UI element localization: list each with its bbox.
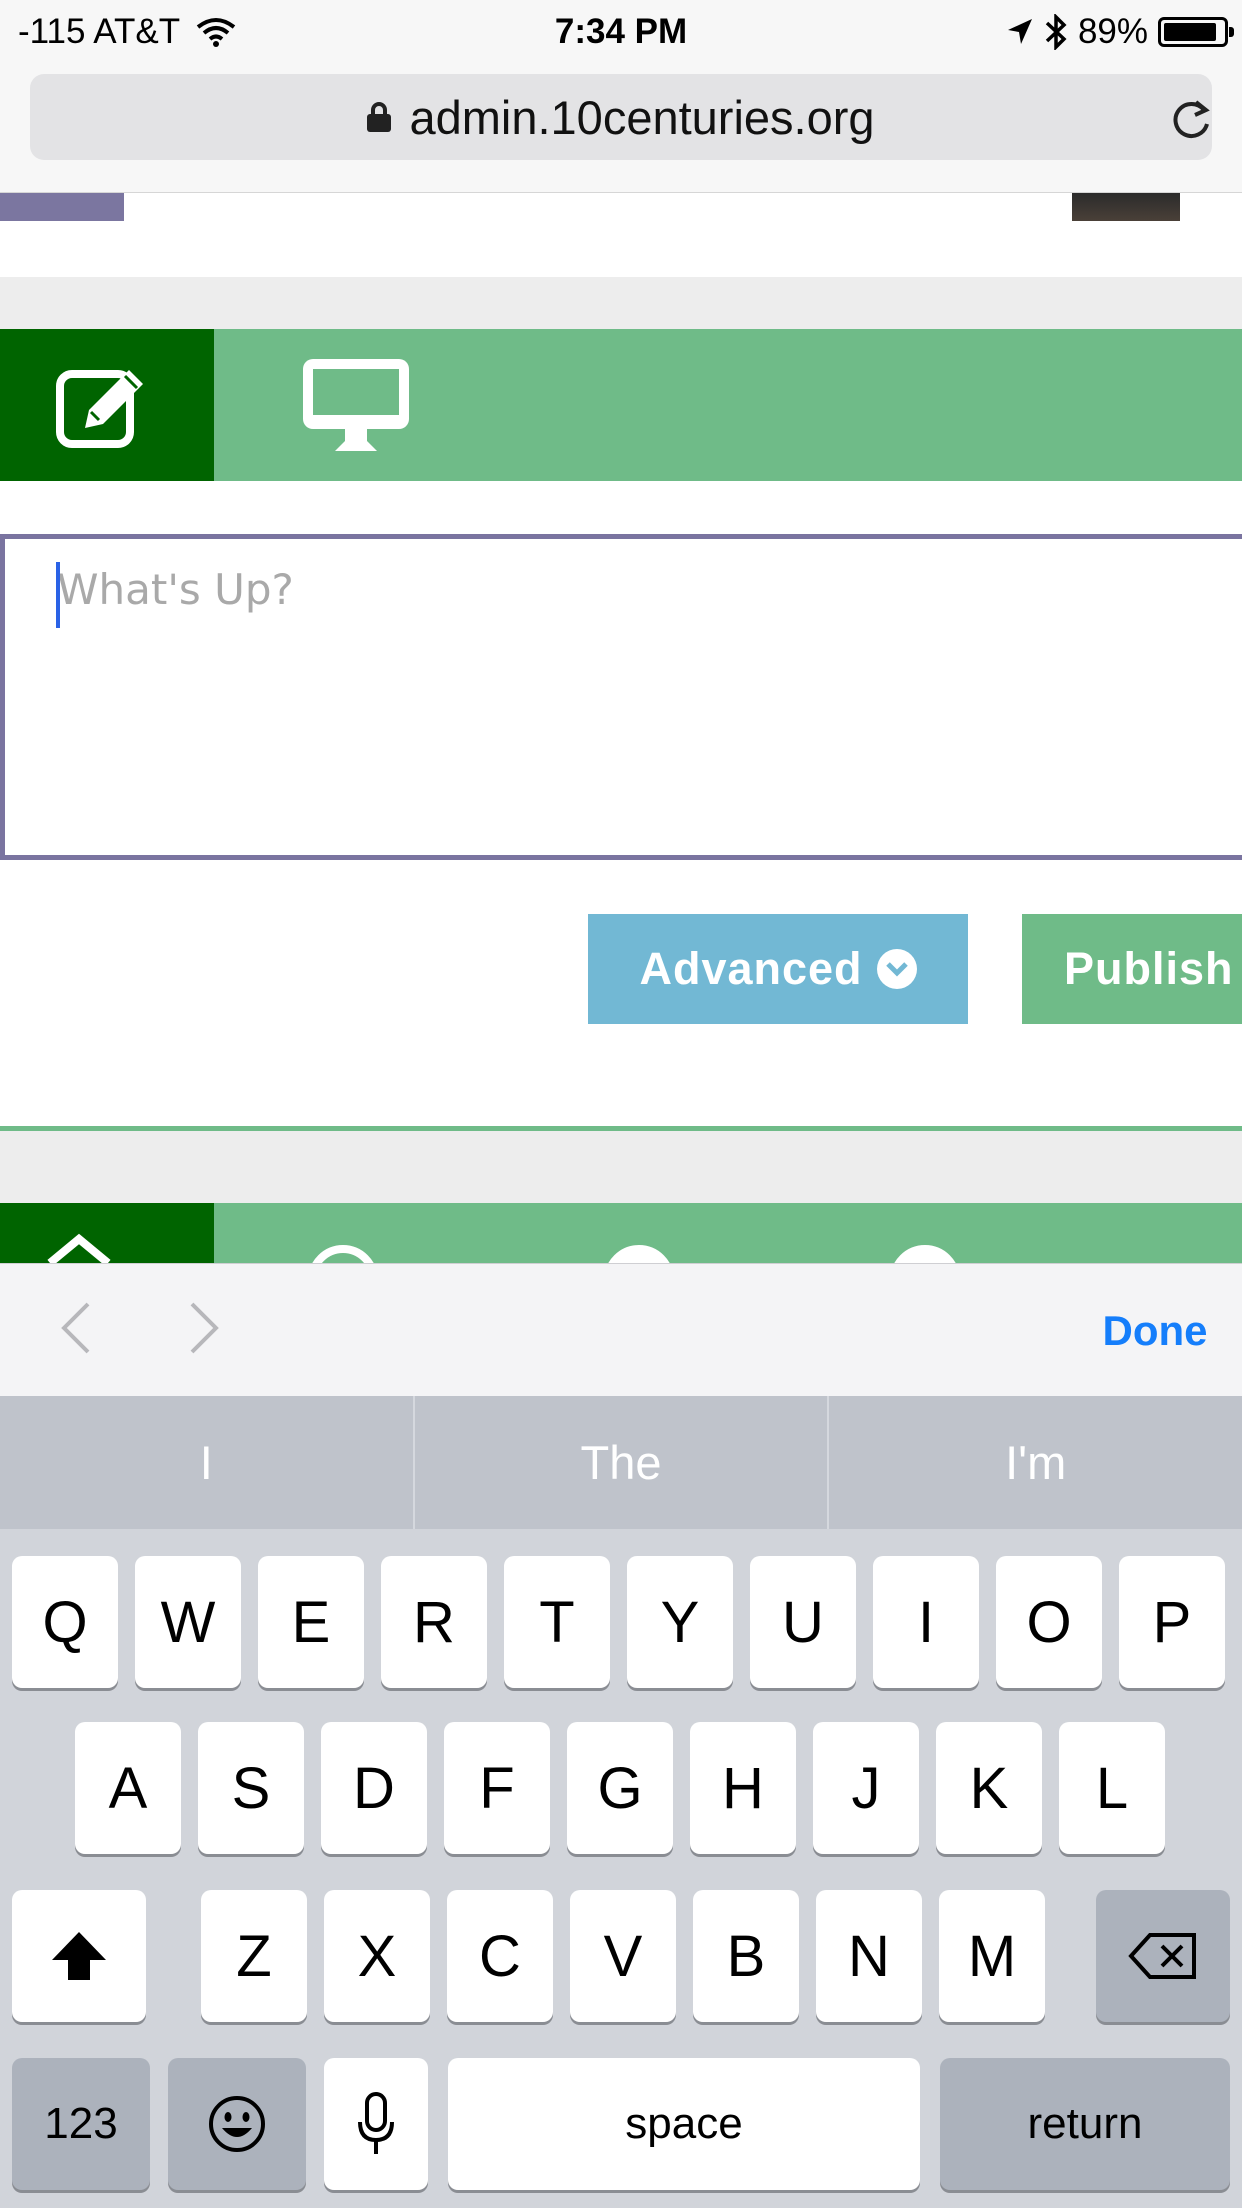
shift-key[interactable]	[12, 1890, 146, 2022]
key-n[interactable]: N	[816, 1890, 922, 2022]
post-textarea[interactable]	[57, 565, 1207, 805]
predictive-bar: I The I'm	[0, 1396, 1242, 1529]
key-w[interactable]: W	[135, 1556, 241, 1688]
section-divider	[0, 277, 1242, 329]
key-r[interactable]: R	[381, 1556, 487, 1688]
nav-icon-2[interactable]	[308, 1245, 378, 1263]
avatar[interactable]	[1072, 193, 1180, 221]
key-c[interactable]: C	[447, 1890, 553, 2022]
key-b[interactable]: B	[693, 1890, 799, 2022]
url-display[interactable]: admin.10centuries.org	[30, 74, 1212, 160]
home-nav-tab[interactable]	[0, 1203, 214, 1263]
dictation-key[interactable]	[324, 2058, 428, 2190]
status-right: 89%	[1006, 10, 1234, 54]
home-icon	[47, 1233, 111, 1263]
key-o[interactable]: O	[996, 1556, 1102, 1688]
key-e[interactable]: E	[258, 1556, 364, 1688]
spacer	[0, 481, 1242, 535]
key-l[interactable]: L	[1059, 1722, 1165, 1854]
advanced-label: Advanced	[639, 943, 863, 994]
key-h[interactable]: H	[690, 1722, 796, 1854]
key-j[interactable]: J	[813, 1722, 919, 1854]
key-v[interactable]: V	[570, 1890, 676, 2022]
emoji-key[interactable]	[168, 2058, 306, 2190]
bluetooth-icon	[1045, 14, 1067, 50]
key-d[interactable]: D	[321, 1722, 427, 1854]
location-arrow-icon	[1007, 19, 1032, 44]
publish-label: Publish	[1064, 943, 1234, 994]
globe-icon[interactable]	[604, 1245, 674, 1263]
reload-icon[interactable]	[1166, 94, 1216, 144]
compose-tab[interactable]	[0, 329, 214, 481]
page-header-strip	[0, 193, 1242, 277]
microphone-icon	[358, 2092, 394, 2154]
key-f[interactable]: F	[444, 1722, 550, 1854]
numbers-key[interactable]: 123	[12, 2058, 150, 2190]
shift-arrow-icon	[52, 1932, 106, 1980]
header-tab-fragment	[0, 193, 124, 221]
next-field-icon[interactable]	[184, 1298, 224, 1358]
key-z[interactable]: Z	[201, 1890, 307, 2022]
url-text: admin.10centuries.org	[409, 90, 875, 144]
key-g[interactable]: G	[567, 1722, 673, 1854]
key-q[interactable]: Q	[12, 1556, 118, 1688]
suggestion-2[interactable]: The	[415, 1396, 828, 1529]
section-divider-2	[0, 1131, 1242, 1203]
lock-icon	[367, 102, 392, 132]
url-bar[interactable]: admin.10centuries.org	[30, 74, 1212, 160]
previous-field-icon[interactable]	[56, 1298, 96, 1358]
chevron-down-icon	[876, 949, 917, 989]
key-p[interactable]: P	[1119, 1556, 1225, 1688]
key-y[interactable]: Y	[627, 1556, 733, 1688]
battery-fill	[1164, 23, 1216, 41]
key-x[interactable]: X	[324, 1890, 430, 2022]
key-u[interactable]: U	[750, 1556, 856, 1688]
desktop-icon	[303, 359, 409, 451]
preview-tab[interactable]	[214, 329, 498, 481]
key-m[interactable]: M	[939, 1890, 1045, 2022]
key-a[interactable]: A	[75, 1722, 181, 1854]
post-editor[interactable]	[0, 534, 1242, 860]
space-key[interactable]: space	[448, 2058, 920, 2190]
text-caret	[56, 562, 60, 628]
return-key[interactable]: return	[940, 2058, 1230, 2190]
key-i[interactable]: I	[873, 1556, 979, 1688]
backspace-icon	[1128, 1933, 1196, 1979]
publish-button[interactable]: Publish	[1022, 914, 1242, 1024]
key-t[interactable]: T	[504, 1556, 610, 1688]
nav-icon-4[interactable]	[890, 1245, 960, 1263]
backspace-key[interactable]	[1096, 1890, 1230, 2022]
edit-icon	[56, 370, 143, 448]
key-s[interactable]: S	[198, 1722, 304, 1854]
emoji-icon	[209, 2096, 265, 2152]
battery-icon	[1158, 17, 1234, 47]
advanced-button[interactable]: Advanced	[588, 914, 968, 1024]
done-button[interactable]: Done	[1080, 1303, 1230, 1359]
battery-percent: 89%	[1077, 12, 1148, 51]
suggestion-1[interactable]: I	[0, 1396, 413, 1529]
suggestion-3[interactable]: I'm	[829, 1396, 1242, 1529]
key-k[interactable]: K	[936, 1722, 1042, 1854]
